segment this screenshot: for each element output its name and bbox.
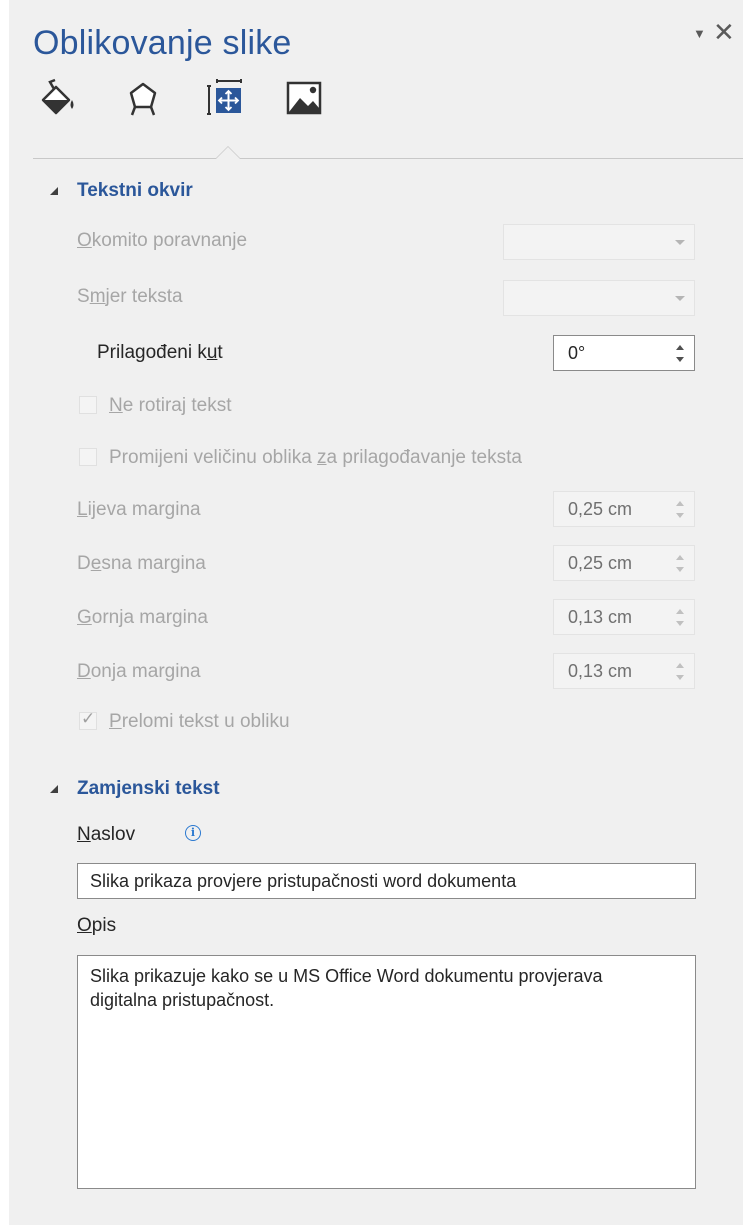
- pane-title: Oblikovanje slike: [33, 24, 292, 62]
- text-direction-label: Smjer teksta: [77, 286, 183, 307]
- resize-shape-checkbox[interactable]: [79, 448, 97, 466]
- spin-up-icon[interactable]: [676, 501, 684, 506]
- custom-angle-label: Prilagođeni kut: [97, 342, 223, 363]
- spin-up-icon[interactable]: [676, 609, 684, 614]
- tab-picture[interactable]: [285, 78, 325, 118]
- alt-description-label: Opis: [77, 915, 117, 936]
- dropdown-arrow-icon: [675, 296, 685, 301]
- spin-up-icon[interactable]: [676, 663, 684, 668]
- vertical-alignment-label: Okomito poravnanje: [77, 230, 248, 251]
- do-not-rotate-checkbox[interactable]: [79, 396, 97, 414]
- custom-angle-stepper[interactable]: 0°: [553, 335, 695, 371]
- alt-title-input[interactable]: Slika prikaza provjere pristupačnosti wo…: [77, 863, 696, 899]
- format-picture-pane: Oblikovanje slike ▼ ✕ Tekstni okvir Okom…: [9, 0, 743, 1225]
- alt-title-label: Naslov: [77, 824, 136, 845]
- spin-down-icon[interactable]: [676, 621, 684, 626]
- size-and-properties-icon: [207, 79, 242, 115]
- section-header-alt-text[interactable]: Zamjenski tekst: [77, 778, 220, 800]
- fill-and-line-icon: [41, 78, 74, 115]
- spin-up-icon[interactable]: [676, 555, 684, 560]
- tab-divider: [33, 158, 743, 159]
- vertical-alignment-dropdown[interactable]: [503, 224, 695, 260]
- alt-title-value: Slika prikaza provjere pristupačnosti wo…: [90, 871, 517, 891]
- bottom-margin-stepper[interactable]: 0,13 cm: [553, 653, 695, 689]
- spin-down-icon[interactable]: [676, 513, 684, 518]
- wrap-text-checkbox[interactable]: ✓: [79, 709, 97, 730]
- checkmark-icon: ✓: [81, 709, 96, 728]
- picture-icon: [286, 81, 322, 115]
- text-direction-dropdown[interactable]: [503, 280, 695, 316]
- chevron-down-icon[interactable]: ▼: [693, 26, 706, 41]
- tab-size-and-properties[interactable]: [205, 78, 245, 118]
- left-margin-stepper[interactable]: 0,25 cm: [553, 491, 695, 527]
- tab-effects[interactable]: [123, 78, 163, 118]
- section-header-text-box[interactable]: Tekstni okvir: [77, 180, 193, 202]
- alt-description-value: Slika prikazuje kako se u MS Office Word…: [90, 966, 603, 1010]
- top-margin-stepper[interactable]: 0,13 cm: [553, 599, 695, 635]
- bottom-margin-label: Donja margina: [77, 661, 201, 682]
- dropdown-arrow-icon: [675, 240, 685, 245]
- top-margin-label: Gornja margina: [77, 607, 208, 628]
- left-margin-label: Lijeva margina: [77, 499, 201, 520]
- collapse-arrow-icon[interactable]: [50, 785, 58, 793]
- spin-down-icon[interactable]: [676, 567, 684, 572]
- do-not-rotate-label: Ne rotiraj tekst: [109, 395, 232, 416]
- resize-shape-label: Promijeni veličinu oblika za prilagođava…: [109, 447, 522, 468]
- collapse-arrow-icon[interactable]: [50, 187, 58, 195]
- right-margin-stepper[interactable]: 0,25 cm: [553, 545, 695, 581]
- info-icon[interactable]: i: [185, 825, 201, 841]
- wrap-text-label: Prelomi tekst u obliku: [109, 711, 290, 732]
- tab-fill-and-line[interactable]: [39, 78, 79, 118]
- close-icon[interactable]: ✕: [713, 19, 735, 45]
- alt-description-textarea[interactable]: Slika prikazuje kako se u MS Office Word…: [77, 955, 696, 1189]
- spin-down-icon[interactable]: [676, 675, 684, 680]
- spin-up-icon[interactable]: [676, 345, 684, 350]
- effects-icon: [129, 82, 157, 116]
- spin-down-icon[interactable]: [676, 357, 684, 362]
- right-margin-label: Desna margina: [77, 553, 206, 574]
